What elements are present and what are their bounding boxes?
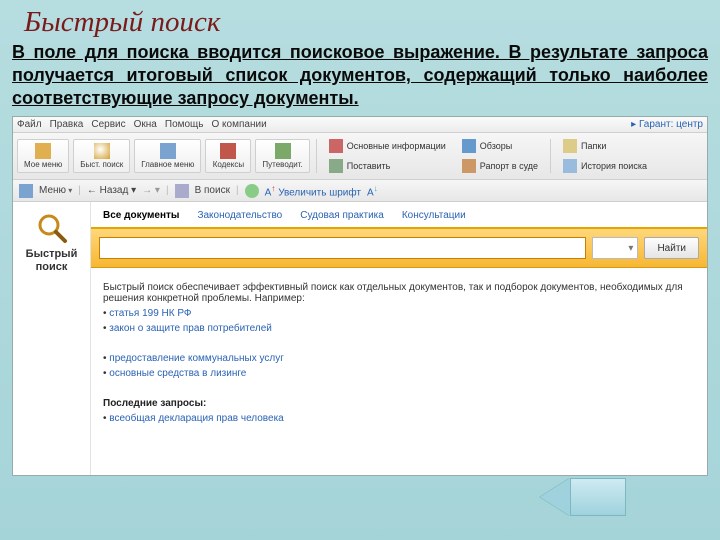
example-link-1[interactable]: статья 199 НК РФ [109,308,191,319]
example-link-2[interactable]: закон о защите прав потребителей [109,323,272,334]
doc-icon [329,139,343,153]
refresh-icon[interactable] [245,184,259,198]
secondary-toolbar: Меню | ← Назад ▾ → ▾ | В поиск | A↑ Увел… [13,180,707,202]
forward-button[interactable]: → ▾ [142,185,160,196]
menu-file[interactable]: Файл [17,119,42,130]
example-link-3[interactable]: предоставление коммунальных услуг [109,353,284,364]
page-icon [462,139,476,153]
search-scope-dropdown[interactable]: ▾ [592,237,638,259]
slide-title: Быстрый поиск [0,0,720,41]
toolbar-set[interactable]: Поставить [323,157,452,175]
zoom-out-button[interactable]: A↓ [367,183,378,198]
menu-help[interactable]: Помощь [165,119,204,130]
search-bar: ▾ Найти [91,229,707,268]
pin-icon [329,159,343,173]
side-label-2: поиск [36,261,68,273]
folder-icon [563,139,577,153]
intro-text: Быстрый поиск обеспечивает эффективный п… [103,282,695,304]
toolbar-codex[interactable]: Кодексы [205,139,251,174]
side-panel: Быстрыйпоиск [13,202,91,475]
side-label-1: Быстрый [26,248,78,260]
main-toolbar: Мое меню Быст. поиск Главное меню Кодекс… [13,133,707,180]
find-button[interactable]: Найти [644,237,699,259]
pencil-icon [462,159,476,173]
menu-service[interactable]: Сервис [91,119,125,130]
history-icon [563,159,577,173]
book-icon [220,143,236,159]
slide-description: В поле для поиска вводится поисковое выр… [0,41,720,116]
star-icon [35,143,51,159]
toolbar-report[interactable]: Рапорт в суде [456,157,544,175]
brand-link[interactable]: ▸ Гарант: центр [631,119,703,130]
tab-consult[interactable]: Консультации [400,206,468,227]
toolbar-main-menu[interactable]: Главное меню [134,139,201,174]
toolbar-my-menu[interactable]: Мое меню [17,139,69,174]
recent-link-1[interactable]: всеобщая декларация прав человека [109,413,283,424]
recent-label: Последние запросы: [103,398,206,409]
tab-court[interactable]: Судовая практика [298,206,386,227]
menu-windows[interactable]: Окна [134,119,157,130]
toolbar-quick-search[interactable]: Быст. поиск [73,139,130,174]
menu-icon [19,184,33,198]
menu-dropdown[interactable]: Меню [39,185,72,196]
tab-all-documents[interactable]: Все документы [101,206,181,229]
search-help-body: Быстрый поиск обеспечивает эффективный п… [91,268,707,438]
panel-button[interactable]: В поиск [195,185,230,196]
example-link-4[interactable]: основные средства в лизинге [109,368,246,379]
prev-slide-button[interactable] [540,474,630,520]
menu-about[interactable]: О компании [212,119,267,130]
search-input[interactable] [99,237,586,259]
toolbar-folders[interactable]: Папки [557,137,653,155]
magnifier-large-icon [36,212,68,244]
menu-edit[interactable]: Правка [50,119,84,130]
application-window: Файл Правка Сервис Окна Помощь О компани… [12,116,708,476]
tab-legislation[interactable]: Законодательство [195,206,284,227]
toolbar-history[interactable]: История поиска [557,157,653,175]
panel-icon [175,184,189,198]
compass-icon [275,143,291,159]
arrow-left-icon [540,478,570,516]
search-tabs: Все документы Законодательство Судовая п… [91,202,707,229]
grid-icon [160,143,176,159]
magnifier-icon [94,143,110,159]
back-button[interactable]: ← Назад ▾ [87,185,136,196]
toolbar-info[interactable]: Основные информации [323,137,452,155]
menubar: Файл Правка Сервис Окна Помощь О компани… [13,117,707,133]
toolbar-guide[interactable]: Путеводит. [255,139,309,174]
zoom-in-button[interactable]: A↑ Увеличить шрифт [265,183,361,198]
toolbar-reviews[interactable]: Обзоры [456,137,544,155]
